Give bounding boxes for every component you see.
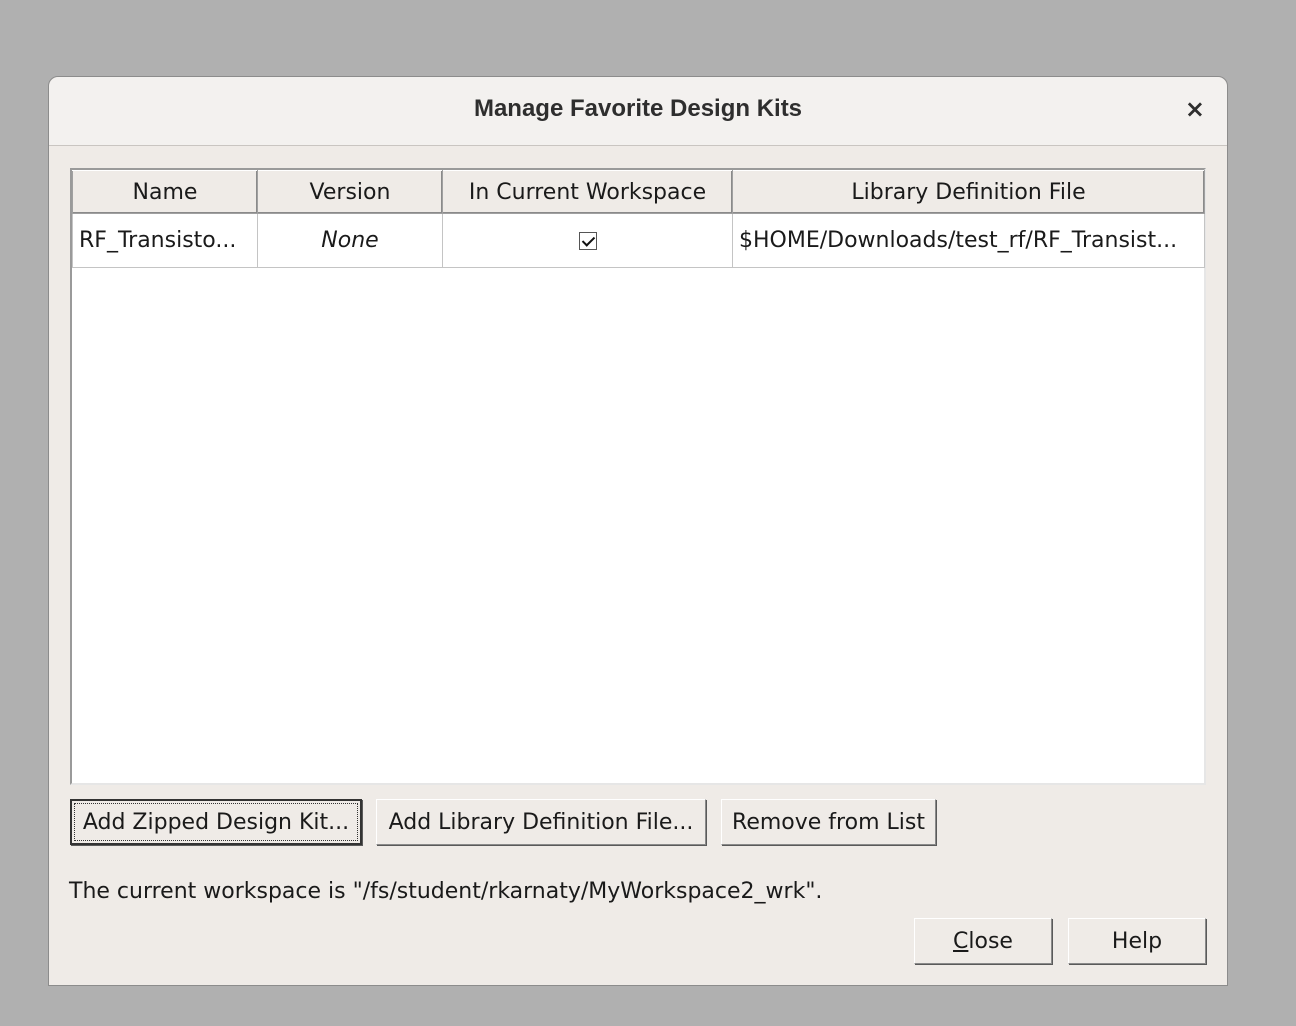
dialog-titlebar[interactable]: Manage Favorite Design Kits × (49, 77, 1227, 146)
manage-design-kits-dialog: Manage Favorite Design Kits × Name Versi… (48, 76, 1228, 986)
dialog-title: Manage Favorite Design Kits (473, 95, 803, 122)
close-mnemonic: C (953, 928, 969, 954)
add-zipped-design-kit-button[interactable]: Add Zipped Design Kit... (70, 799, 362, 845)
table-row[interactable]: RF_Transisto... None $HOME/Downloads/tes… (72, 213, 1205, 268)
column-header-library-definition-file[interactable]: Library Definition File (732, 170, 1205, 214)
cell-library-definition-file[interactable]: $HOME/Downloads/test_rf/RF_Transist... (732, 213, 1205, 268)
close-label: lose (968, 928, 1013, 954)
column-header-version[interactable]: Version (257, 170, 443, 214)
remove-from-list-button[interactable]: Remove from List (721, 799, 936, 845)
cell-in-current-workspace[interactable] (442, 213, 733, 268)
cell-version[interactable]: None (257, 213, 443, 268)
column-header-name[interactable]: Name (72, 170, 258, 214)
table-header-row: Name Version In Current Workspace Librar… (72, 170, 1205, 214)
cell-name[interactable]: RF_Transisto... (72, 213, 258, 268)
help-button[interactable]: Help (1068, 918, 1206, 964)
in-workspace-checkbox[interactable] (578, 232, 597, 250)
add-library-definition-file-button[interactable]: Add Library Definition File... (376, 799, 706, 845)
close-button[interactable]: Close (914, 918, 1052, 964)
current-workspace-status: The current workspace is "/fs/student/rk… (69, 879, 823, 904)
close-icon[interactable]: × (1185, 97, 1205, 121)
column-header-in-current-workspace[interactable]: In Current Workspace (442, 170, 733, 214)
design-kits-table[interactable]: Name Version In Current Workspace Librar… (70, 168, 1206, 785)
